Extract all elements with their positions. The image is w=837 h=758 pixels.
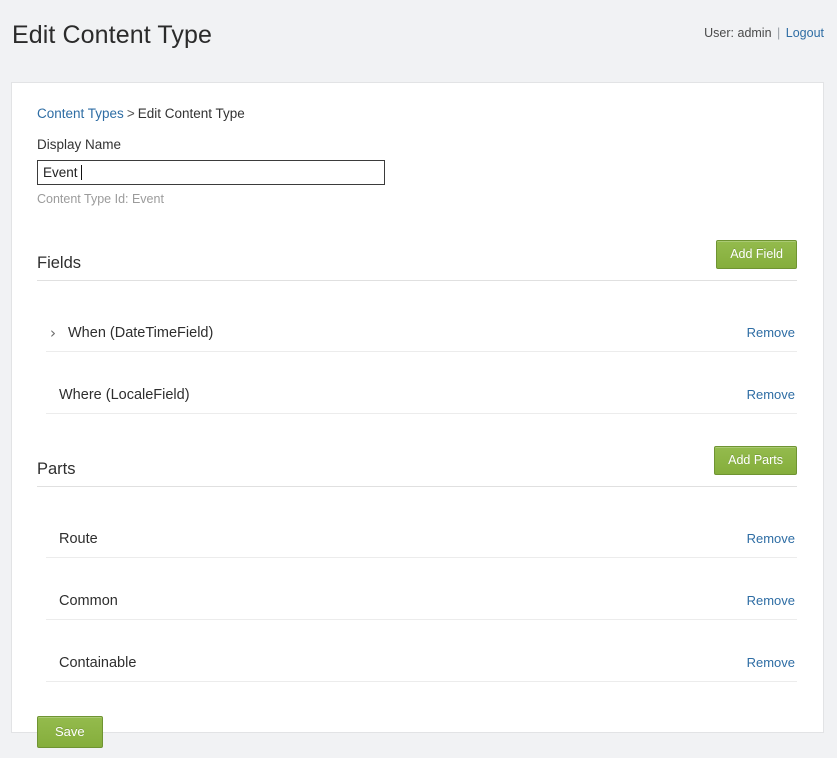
part-label: Containable — [59, 655, 137, 671]
parts-list: Route Remove Common Remove Containable R… — [37, 496, 797, 682]
fields-list: › When (DateTimeField) Remove Where (Loc… — [37, 290, 797, 414]
part-row-containable[interactable]: Containable Remove — [46, 620, 797, 682]
content-panel: Content Types > Edit Content Type Display … — [11, 82, 824, 748]
page-header: Edit Content Type User: admin | Logout — [0, 0, 837, 72]
current-user-label: User: admin — [704, 26, 772, 40]
fields-section: Fields Add Field › When (DateTimeField) … — [37, 240, 797, 414]
add-parts-button[interactable]: Add Parts — [714, 446, 797, 475]
part-label: Route — [59, 531, 98, 547]
text-cursor — [81, 165, 82, 180]
part-label: Common — [59, 593, 118, 609]
parts-section-header: Parts Add Parts — [37, 446, 797, 487]
breadcrumb: Content Types > Edit Content Type — [37, 105, 797, 123]
remove-field-link[interactable]: Remove — [747, 324, 795, 342]
user-session-info: User: admin | Logout — [704, 25, 824, 41]
fields-section-title: Fields — [37, 254, 82, 272]
display-name-input[interactable] — [37, 160, 385, 185]
display-name-label: Display Name — [37, 137, 122, 152]
logout-link[interactable]: Logout — [786, 26, 824, 40]
parts-section: Parts Add Parts Route Remove Common Remo… — [37, 446, 797, 682]
user-separator: | — [777, 26, 781, 40]
parts-section-title: Parts — [37, 460, 76, 478]
remove-part-link[interactable]: Remove — [747, 530, 795, 548]
remove-part-link[interactable]: Remove — [747, 654, 795, 672]
fields-section-header: Fields Add Field — [37, 240, 797, 281]
field-label: Where (LocaleField) — [59, 387, 190, 403]
remove-part-link[interactable]: Remove — [747, 592, 795, 610]
page-title: Edit Content Type — [12, 21, 212, 49]
field-row-when[interactable]: › When (DateTimeField) Remove — [46, 290, 797, 352]
part-row-route[interactable]: Route Remove — [46, 496, 797, 558]
field-label: When (DateTimeField) — [68, 325, 214, 341]
form-actions: Save — [37, 716, 797, 758]
breadcrumb-current: Edit Content Type — [137, 106, 245, 121]
display-name-input-wrap — [37, 160, 385, 185]
part-row-common[interactable]: Common Remove — [46, 558, 797, 620]
save-button[interactable]: Save — [37, 716, 103, 748]
breadcrumb-separator: > — [126, 106, 135, 121]
breadcrumb-link-content-types[interactable]: Content Types — [37, 106, 124, 121]
add-field-button[interactable]: Add Field — [716, 240, 797, 269]
chevron-right-icon[interactable]: › — [46, 323, 60, 343]
field-row-where[interactable]: Where (LocaleField) Remove — [46, 352, 797, 414]
content-type-id-hint: Content Type Id: Event — [37, 192, 164, 206]
remove-field-link[interactable]: Remove — [747, 386, 795, 404]
